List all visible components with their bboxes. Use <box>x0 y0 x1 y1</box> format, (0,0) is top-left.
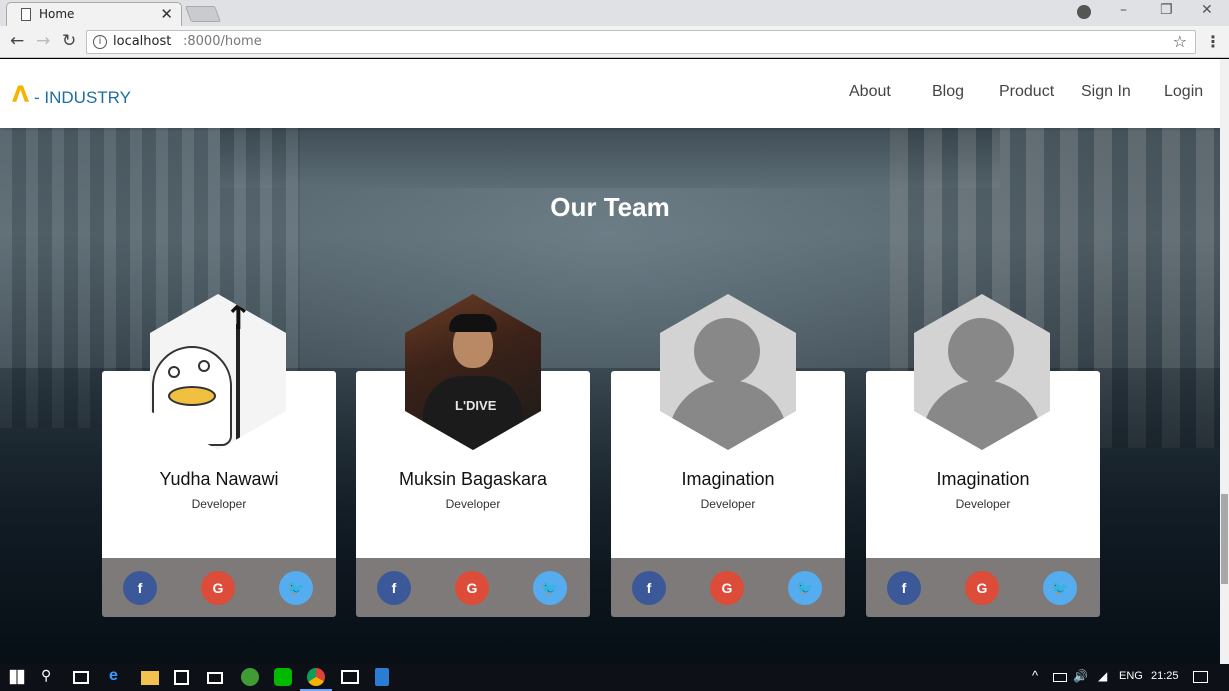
web-page: Λ - INDUSTRY About Blog Product Sign In … <box>0 59 1220 664</box>
twitter-icon[interactable]: 🐦 <box>788 571 822 605</box>
member-role: Developer <box>955 497 1011 511</box>
logo-text[interactable]: - INDUSTRY <box>34 88 131 108</box>
restore-icon[interactable]: ❐ <box>1160 2 1173 18</box>
facebook-icon[interactable]: f <box>123 571 157 605</box>
url-host: localhost <box>113 34 172 49</box>
sign-stick <box>236 324 240 444</box>
browser-tab-home[interactable]: Home ✕ <box>6 2 182 26</box>
nav-login[interactable]: Login <box>1164 83 1203 101</box>
mail-icon[interactable] <box>207 672 223 684</box>
app-globe-icon[interactable] <box>241 668 259 686</box>
url-path: :8000/home <box>183 34 262 49</box>
windows-start-icon[interactable] <box>9 669 25 685</box>
duck-eye <box>198 360 210 372</box>
twitter-icon[interactable]: 🐦 <box>533 571 567 605</box>
member-role: Developer <box>445 497 501 511</box>
member-role: Developer <box>191 497 247 511</box>
nav-blog[interactable]: Blog <box>932 83 964 101</box>
browser-toolbar: ← → ↻ i localhost :8000/home ☆ ⋮ <box>0 26 1229 58</box>
photo-hair <box>449 314 497 332</box>
card-social-bar: f G 🐦 <box>866 558 1100 617</box>
chrome-icon[interactable] <box>307 668 325 686</box>
minimize-icon[interactable]: – <box>1120 2 1127 18</box>
photo-shirt-logo: L'DIVE <box>455 398 497 413</box>
avatar-head <box>948 318 1014 384</box>
scrollbar-thumb[interactable] <box>1221 494 1228 584</box>
member-name: Muksin Bagaskara <box>398 469 548 489</box>
card-social-bar: f G 🐦 <box>102 558 336 617</box>
tab-title: Home <box>39 7 75 21</box>
duck-bill <box>168 386 216 406</box>
search-icon[interactable]: ⚲ <box>41 667 51 684</box>
language-indicator[interactable]: ENG <box>1119 670 1143 682</box>
google-icon[interactable]: G <box>201 571 235 605</box>
line-messenger-icon[interactable] <box>274 668 292 686</box>
twitter-icon[interactable]: 🐦 <box>1043 571 1077 605</box>
page-icon <box>21 8 31 21</box>
wifi-icon[interactable]: ◢ <box>1098 669 1107 683</box>
info-icon[interactable]: i <box>93 35 107 49</box>
google-icon[interactable]: G <box>965 571 999 605</box>
window-close-icon[interactable]: ✕ <box>1201 2 1213 18</box>
task-view-icon[interactable] <box>73 671 89 684</box>
address-bar[interactable]: i localhost :8000/home ☆ <box>86 30 1196 54</box>
google-icon[interactable]: G <box>455 571 489 605</box>
volume-icon[interactable]: 🔊 <box>1073 669 1088 683</box>
facebook-icon[interactable]: f <box>377 571 411 605</box>
notifications-icon[interactable] <box>1193 671 1208 683</box>
member-name: Yudha Nawawi <box>159 469 279 489</box>
tab-close-icon[interactable]: ✕ <box>160 5 173 23</box>
card-social-bar: f G 🐦 <box>356 558 590 617</box>
section-title: Our Team <box>550 192 670 222</box>
photos-icon[interactable] <box>341 670 359 684</box>
store-icon[interactable] <box>174 670 189 685</box>
battery-icon[interactable] <box>1053 673 1067 682</box>
edge-browser-icon[interactable]: e <box>109 667 118 685</box>
avatar-head <box>694 318 760 384</box>
nav-product[interactable]: Product <box>999 83 1054 101</box>
taskbar: ⚲ e ^ 🔊 ◢ ENG 21:25 <box>0 664 1229 691</box>
nav-about[interactable]: About <box>849 83 891 101</box>
clock[interactable]: 21:25 <box>1151 670 1179 682</box>
browser-menu-icon[interactable]: ⋮ <box>1205 32 1221 51</box>
logo-mark[interactable]: Λ <box>12 83 29 108</box>
browser-tab-strip: Home ✕ – ❐ ✕ <box>0 0 1229 26</box>
facebook-icon[interactable]: f <box>632 571 666 605</box>
page-scrollbar[interactable] <box>1220 59 1229 664</box>
card-social-bar: f G 🐦 <box>611 558 845 617</box>
bookmark-star-icon[interactable]: ☆ <box>1173 32 1187 51</box>
profile-icon[interactable] <box>1077 5 1091 19</box>
document-app-icon[interactable] <box>375 668 389 686</box>
new-tab-button[interactable] <box>185 6 221 22</box>
duck-eye <box>168 366 180 378</box>
file-explorer-icon[interactable] <box>141 671 159 685</box>
team-section: Our Team Yudha Nawawi Developer f G 🐦 ↑ <box>0 128 1220 664</box>
reload-icon[interactable]: ↻ <box>62 31 76 51</box>
facebook-icon[interactable]: f <box>887 571 921 605</box>
forward-arrow-icon[interactable]: → <box>36 31 50 51</box>
back-arrow-icon[interactable]: ← <box>10 31 24 51</box>
google-icon[interactable]: G <box>710 571 744 605</box>
member-role: Developer <box>700 497 756 511</box>
member-name: Imagination <box>936 469 1030 489</box>
background-ceiling <box>220 128 1000 188</box>
member-name: Imagination <box>681 469 775 489</box>
tray-expand-icon[interactable]: ^ <box>1032 668 1038 683</box>
site-header: Λ - INDUSTRY About Blog Product Sign In … <box>0 59 1220 128</box>
nav-sign-in[interactable]: Sign In <box>1081 83 1131 101</box>
twitter-icon[interactable]: 🐦 <box>279 571 313 605</box>
